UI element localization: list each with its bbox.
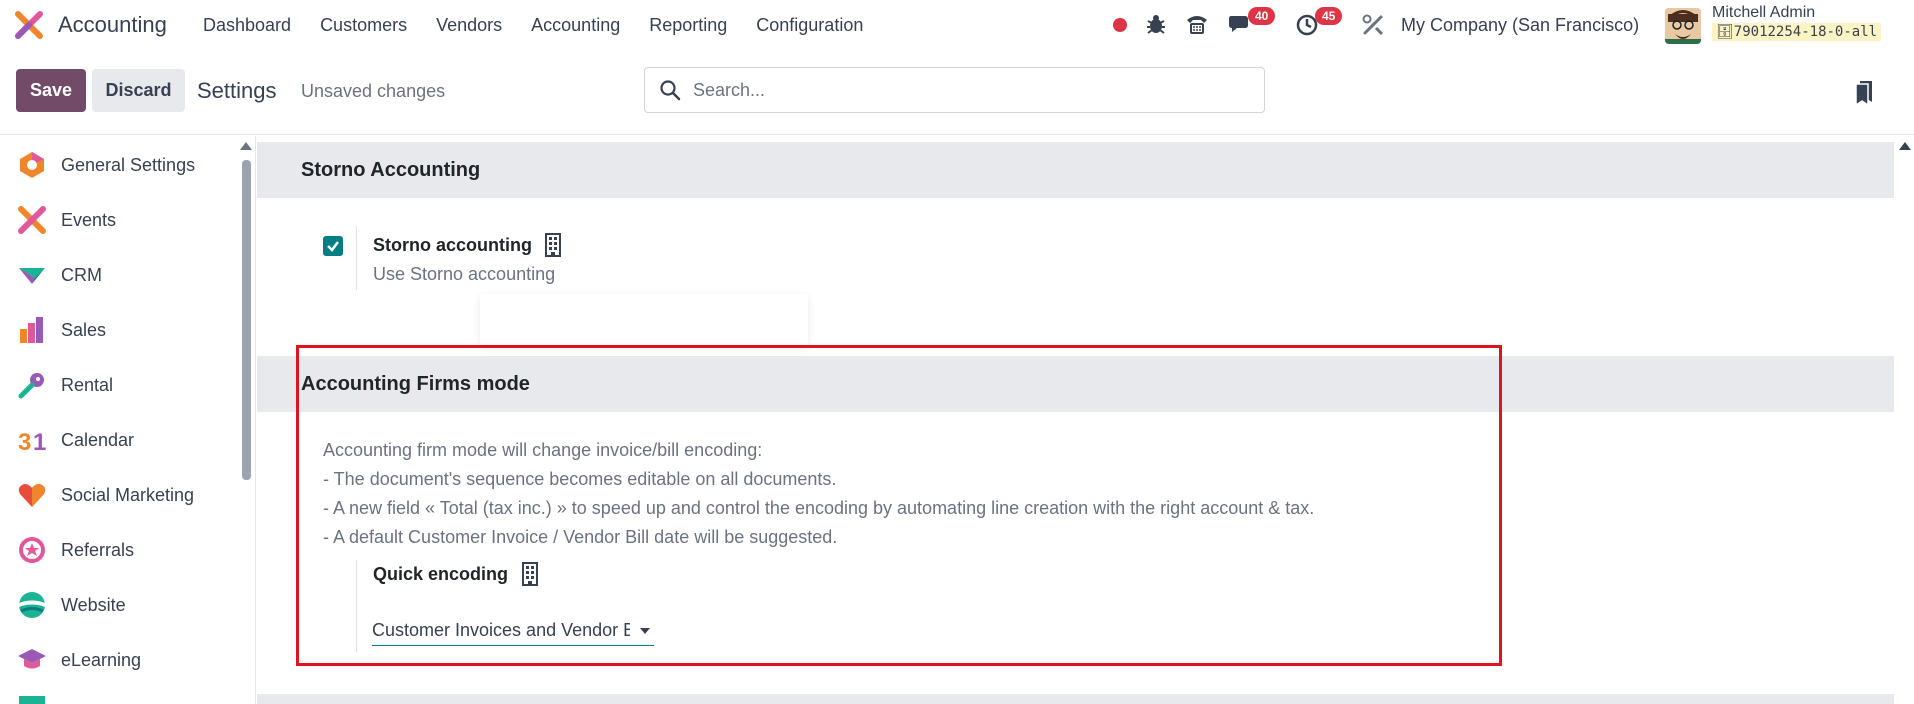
svg-text:1: 1 [33, 429, 46, 455]
events-icon [18, 206, 46, 234]
database-icon: 🗄 [1716, 24, 1734, 40]
sidebar-scrollbar[interactable] [242, 160, 251, 480]
search-input[interactable] [693, 79, 1233, 101]
storno-accounting-checkbox[interactable] [323, 236, 343, 256]
calendar-icon: 3 1 [18, 429, 46, 455]
sidebar-item-calendar[interactable]: 3 1 Calendar [0, 420, 240, 460]
user-avatar[interactable] [1665, 8, 1701, 44]
messages-badge: 40 [1248, 7, 1276, 25]
sales-icon [20, 317, 43, 343]
setting-divider [356, 226, 357, 290]
sidebar-item-crm[interactable]: CRM [0, 255, 240, 295]
sidebar-item-partial[interactable] [0, 692, 240, 704]
sidebar-scroll-up-icon[interactable] [240, 142, 252, 150]
sidebar-item-label: Social Marketing [61, 484, 195, 505]
sidebar-item-social-marketing[interactable]: Social Marketing [0, 475, 240, 515]
sidebar-item-label: Rental [61, 374, 114, 395]
sidebar-item-label: Sales [61, 319, 107, 340]
section-header-next [257, 694, 1894, 704]
content-scroll-up-icon[interactable] [1899, 142, 1911, 150]
check-icon [327, 241, 339, 252]
menu-vendors[interactable]: Vendors [436, 15, 502, 36]
general-settings-icon [20, 152, 44, 178]
sidebar-item-rental[interactable]: Rental [0, 365, 240, 405]
website-icon [19, 592, 45, 618]
main-menu: Dashboard Customers Vendors Accounting R… [203, 15, 892, 36]
page-title: Settings [197, 78, 277, 103]
tooltip-shadow [480, 294, 808, 346]
sidebar-item-label: Calendar [61, 429, 135, 450]
sidebar-item-label: CRM [61, 264, 102, 285]
section-header-storno: Storno Accounting [257, 142, 1894, 198]
sidebar-item-referrals[interactable]: Referrals [0, 530, 240, 570]
database-name: 79012254-18-0-all [1733, 24, 1878, 40]
sidebar-item-label: Website [61, 594, 126, 615]
rental-icon [18, 373, 44, 399]
bookmarks-icon[interactable] [1855, 80, 1873, 106]
activities-badge: 45 [1315, 7, 1343, 25]
phone-icon[interactable] [1185, 12, 1209, 36]
messages-icon[interactable]: 40 [1228, 7, 1276, 35]
settings-sidebar: General Settings Events CRM Sales Rental [0, 136, 256, 704]
sidebar-item-label: Referrals [61, 539, 135, 560]
company-building-icon [545, 233, 561, 257]
crm-icon [19, 268, 45, 284]
sidebar-item-elearning[interactable]: eLearning [0, 640, 240, 680]
svg-text:3: 3 [18, 429, 31, 455]
save-button[interactable]: Save [16, 69, 86, 112]
company-switcher[interactable]: My Company (San Francisco) [1401, 15, 1639, 36]
app-icon [19, 696, 45, 704]
sidebar-item-label: eLearning [61, 649, 142, 670]
storno-setting-title: Storno accounting [373, 235, 532, 255]
debug-icon[interactable] [1146, 13, 1166, 35]
menu-customers[interactable]: Customers [320, 15, 407, 36]
sidebar-item-sales[interactable]: Sales [0, 310, 240, 350]
sidebar-item-label: Events [61, 209, 117, 230]
menu-dashboard[interactable]: Dashboard [203, 15, 291, 36]
storno-setting-description: Use Storno accounting [373, 264, 556, 284]
elearning-icon [18, 649, 46, 669]
app-menu-icon[interactable] [14, 10, 44, 40]
unsaved-changes-indicator: Unsaved changes [301, 81, 446, 101]
menu-accounting[interactable]: Accounting [531, 15, 620, 36]
settings-content: Storno Accounting Storno accounting Use … [257, 136, 1914, 704]
database-tag: 🗄79012254-18-0-all [1712, 23, 1882, 41]
menu-configuration[interactable]: Configuration [756, 15, 863, 36]
sidebar-item-events[interactable]: Events [0, 200, 240, 240]
recording-icon[interactable] [1112, 17, 1128, 33]
search-bar [644, 67, 1265, 113]
search-icon [660, 80, 681, 101]
user-name[interactable]: Mitchell Admin [1712, 4, 1815, 22]
social-marketing-icon [18, 484, 46, 507]
top-navbar: Accounting Dashboard Customers Vendors A… [0, 0, 1914, 50]
sidebar-item-website[interactable]: Website [0, 585, 240, 625]
sidebar-item-label: General Settings [61, 154, 196, 175]
highlight-annotation [296, 345, 1502, 666]
referrals-icon [19, 537, 45, 563]
settings-tools-icon[interactable] [1362, 14, 1384, 36]
section-title: Storno Accounting [301, 158, 481, 181]
control-panel: Save Discard Settings Unsaved changes [0, 50, 1914, 135]
activities-icon[interactable]: 45 [1295, 7, 1343, 37]
discard-button[interactable]: Discard [92, 69, 185, 112]
menu-reporting[interactable]: Reporting [649, 15, 727, 36]
sidebar-item-general-settings[interactable]: General Settings [0, 145, 240, 185]
app-name[interactable]: Accounting [58, 12, 167, 38]
